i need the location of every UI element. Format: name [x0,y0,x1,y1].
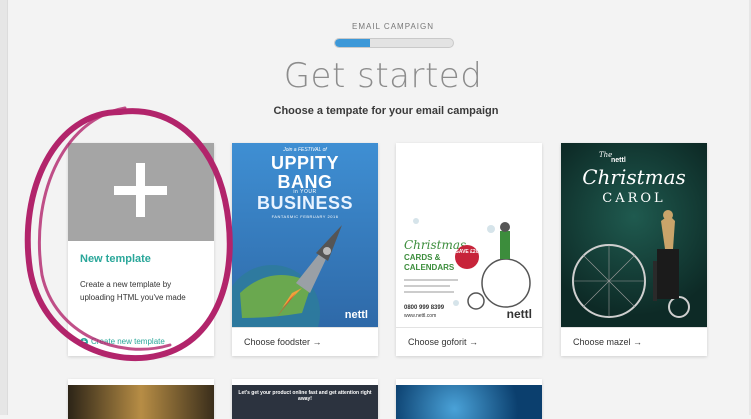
goforit-poster: Christmas CARDS & CALENDARS SAVE £20 080… [396,143,542,327]
create-new-template-link[interactable]: + Create new template [80,337,165,346]
template-card-row2-3[interactable] [396,379,542,419]
plus-icon-bar [114,186,167,195]
foodster-thumbnail[interactable]: Join a FESTIVAL of UPPITY BANG in YOUR B… [232,143,378,327]
template-card-mazel[interactable]: The nettl Christmas CAROL Choose mazel → [561,143,707,356]
goforit-url: www.nettl.com [404,313,437,319]
template-card-foodster[interactable]: Join a FESTIVAL of UPPITY BANG in YOUR B… [232,143,378,356]
goforit-save-badge: SAVE £20 [455,245,479,269]
new-template-title: New template [80,253,151,265]
penny-farthing-illustration-icon [413,218,531,310]
progress-bar [334,38,454,48]
choose-goforit-button[interactable]: Choose goforit → [396,327,542,356]
goforit-phone: 0800 999 8399 [404,305,445,311]
goforit-text-line [404,291,454,293]
create-new-template-label: Create new template [91,337,165,346]
foodster-nettl-logo: nettl [344,309,368,321]
foodster-poster: Join a FESTIVAL of UPPITY BANG in YOUR B… [232,143,378,327]
goforit-line3: CALENDARS [404,263,455,272]
rocket-illustration-icon [232,225,342,327]
goforit-text-line [404,279,458,281]
mazel-thumbnail[interactable]: The nettl Christmas CAROL [561,143,707,327]
choose-mazel-button[interactable]: Choose mazel → [561,327,707,356]
choose-foodster-button[interactable]: Choose foodster → [232,327,378,356]
template-card-goforit[interactable]: Christmas CARDS & CALENDARS SAVE £20 080… [396,143,542,356]
plus-circle-icon: + [80,336,88,346]
row2-3-thumbnail [396,385,542,419]
step-label: EMAIL CAMPAIGN [351,22,434,31]
mazel-poster: The nettl Christmas CAROL [561,143,707,327]
new-template-description: Create a new template by uploading HTML … [80,280,186,302]
page-subtitle: Choose a tempate for your email campaign [273,105,499,117]
goforit-thumbnail[interactable]: Christmas CARDS & CALENDARS SAVE £20 080… [396,143,542,327]
row2-2-text: Let's get your product online fast and g… [238,390,372,402]
template-card-row2-1[interactable] [68,379,214,419]
goforit-text-line [404,285,450,287]
new-template-card[interactable]: New template Create a new template by up… [68,143,214,356]
goforit-line2: CARDS & [404,253,441,262]
progress-fill [335,39,371,47]
goforit-nettl-logo: nettl [506,307,532,321]
template-card-row2-2[interactable]: Let's get your product online fast and g… [232,379,378,419]
bicycle-giraffe-illustration-icon [572,210,690,318]
row2-1-thumbnail [68,385,214,419]
row2-2-thumbnail: Let's get your product online fast and g… [232,385,378,419]
page-title: Get started [283,56,483,96]
new-template-thumbnail[interactable] [68,143,214,241]
